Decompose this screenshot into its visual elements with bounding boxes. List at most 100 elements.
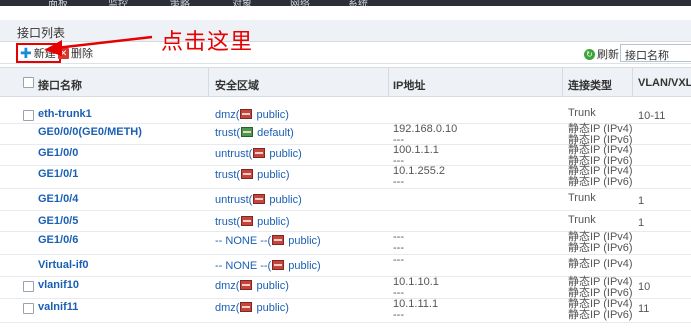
table-row[interactable]: GE0/0/0(GE0/METH) trust( default) 192.168.… <box>0 124 691 146</box>
zone-name: untrust( <box>215 148 253 160</box>
header-vlan[interactable]: VLAN/VXLA <box>638 77 691 89</box>
connection-type: 静态IP (IPv4) 静态IP (IPv6) <box>568 124 633 146</box>
vsys-name: public) <box>254 216 290 228</box>
nav-item-system[interactable]: 系统 <box>348 0 368 6</box>
zone-name: trust( <box>215 127 241 139</box>
vsys-name: public) <box>253 109 289 121</box>
interface-name-link[interactable]: GE0/0/0(GE0/METH) <box>38 126 142 138</box>
row-checkbox[interactable] <box>23 281 34 292</box>
header-zone[interactable]: 安全区域 <box>215 77 259 93</box>
annotation-text: 点击这里 <box>161 29 254 54</box>
connection-type-v4: 静态IP (IPv4) <box>568 258 633 270</box>
vlan-value: 10-11 <box>638 110 666 122</box>
vsys-icon <box>272 235 285 245</box>
row-checkbox[interactable] <box>23 303 34 314</box>
refresh-button[interactable]: ↻ 刷新 <box>584 46 619 62</box>
select-all-checkbox[interactable] <box>23 77 34 88</box>
vsys-name: public) <box>253 280 289 292</box>
vlan-value: 1 <box>638 217 645 229</box>
zone-link[interactable]: -- NONE --( public) <box>215 235 321 247</box>
zone-name: trust( <box>215 216 241 228</box>
connection-type-v4: Trunk <box>568 214 596 226</box>
vsys-name: default) <box>254 127 294 139</box>
connection-type: Trunk <box>568 108 596 119</box>
interface-name-link[interactable]: GE1/0/5 <box>38 215 78 227</box>
ip-address: 192.168.0.10 --- <box>393 124 457 146</box>
nav-item-object[interactable]: 对象 <box>232 0 252 6</box>
connection-type: 静态IP (IPv4) 静态IP (IPv6) <box>568 166 633 188</box>
table-row[interactable]: Virtual-if0 -- NONE --( public) --- 静态IP (I… <box>0 255 691 277</box>
ip-address: 10.1.10.1 --- <box>393 277 439 299</box>
zone-link[interactable]: -- NONE --( public) <box>215 260 321 272</box>
interface-name-link[interactable]: vlanif10 <box>38 279 79 291</box>
vsys-icon <box>253 194 266 204</box>
zone-link[interactable]: dmz( public) <box>215 109 289 121</box>
row-checkbox[interactable] <box>23 110 34 121</box>
table-row[interactable]: GE1/0/1 trust( public) 10.1.255.2 --- 静态IP (… <box>0 166 691 189</box>
zone-link[interactable]: untrust( public) <box>215 194 302 206</box>
table-row[interactable]: valnif11 dmz( public) 10.1.11.1 --- 静态IP (IP… <box>0 299 691 323</box>
table-row[interactable]: GE1/0/4 untrust( public) Trunk 1 <box>0 189 691 211</box>
new-button-label: 新建 <box>33 48 56 60</box>
delete-icon: ✕ <box>58 47 69 59</box>
zone-link[interactable]: dmz( public) <box>215 302 289 314</box>
table-row[interactable]: GE1/0/6 -- NONE --( public) --- --- 静态IP (IP… <box>0 232 691 255</box>
new-button[interactable]: ✚ 新建 <box>16 43 61 63</box>
zone-name: trust( <box>215 169 241 181</box>
nav-item-network[interactable]: 网络 <box>290 0 310 6</box>
column-divider <box>388 67 389 97</box>
vlan-value: 1 <box>638 195 645 207</box>
interface-name-link[interactable]: valnif11 <box>38 301 78 313</box>
delete-button-label: 删除 <box>71 48 93 60</box>
interface-name-link[interactable]: eth-trunk1 <box>38 108 92 120</box>
interface-name-link[interactable]: GE1/0/6 <box>38 234 78 246</box>
connection-type: 静态IP (IPv4) <box>568 259 633 270</box>
interface-name-link[interactable]: GE1/0/4 <box>38 193 78 205</box>
interface-name-link[interactable]: GE1/0/1 <box>38 168 78 180</box>
nav-item-monitor[interactable]: 监控 <box>108 0 128 6</box>
panel-title: 接口列表 <box>17 26 66 40</box>
table-row[interactable]: eth-trunk1 dmz( public) Trunk 10-11 <box>0 104 691 124</box>
vsys-icon <box>241 216 254 226</box>
top-nav: 面板 监控 策略 对象 网络 系统 <box>0 0 691 6</box>
header-conn[interactable]: 连接类型 <box>568 77 612 93</box>
column-divider <box>208 67 209 97</box>
table-header: 接口名称 安全区域 IP地址 连接类型 VLAN/VXLA <box>0 67 691 97</box>
ip-address: 10.1.11.1 --- <box>393 299 438 321</box>
zone-name: -- NONE --( <box>215 235 272 247</box>
interface-name-link[interactable]: GE1/0/0 <box>38 147 78 159</box>
ip-address: --- --- <box>393 232 404 254</box>
zone-link[interactable]: dmz( public) <box>215 280 289 292</box>
connection-type-v4: Trunk <box>568 107 596 119</box>
zone-link[interactable]: untrust( public) <box>215 148 302 160</box>
connection-type: 静态IP (IPv4) 静态IP (IPv6) <box>568 232 633 254</box>
search-field-select[interactable]: 接口名称 <box>620 44 691 62</box>
table-row[interactable]: GE1/0/0 untrust( public) 100.1.1.1 --- 静态IP … <box>0 145 691 167</box>
refresh-label: 刷新 <box>597 49 619 61</box>
connection-type: Trunk <box>568 215 596 226</box>
table-row[interactable]: GE1/0/5 trust( public) Trunk 1 <box>0 211 691 232</box>
zone-link[interactable]: trust( public) <box>215 216 290 228</box>
nav-item-dashboard[interactable]: 面板 <box>48 0 68 6</box>
header-ip[interactable]: IP地址 <box>393 77 425 93</box>
nav-item-policy[interactable]: 策略 <box>170 0 190 6</box>
vsys-icon <box>241 127 254 137</box>
zone-link[interactable]: trust( public) <box>215 169 290 181</box>
header-name[interactable]: 接口名称 <box>38 77 82 93</box>
connection-type: Trunk <box>568 193 596 204</box>
connection-type: 静态IP (IPv4) 静态IP (IPv6) <box>568 299 633 321</box>
zone-name: -- NONE --( <box>215 260 272 272</box>
column-divider <box>632 67 633 97</box>
plus-icon: ✚ <box>20 45 32 61</box>
vsys-name: public) <box>285 235 321 247</box>
vsys-icon <box>240 280 253 290</box>
table-row[interactable]: vlanif10 dmz( public) 10.1.10.1 --- 静态IP (IP… <box>0 277 691 299</box>
zone-link[interactable]: trust( default) <box>215 127 294 139</box>
interface-name-link[interactable]: Virtual-if0 <box>38 259 89 271</box>
ip-address: 100.1.1.1 --- <box>393 145 439 167</box>
ip-address: 10.1.255.2 --- <box>393 166 445 188</box>
zone-name: dmz( <box>215 109 240 121</box>
vsys-name: public) <box>254 169 290 181</box>
ipv6-address: --- <box>393 176 404 188</box>
delete-button[interactable]: ✕ 删除 <box>58 45 93 61</box>
